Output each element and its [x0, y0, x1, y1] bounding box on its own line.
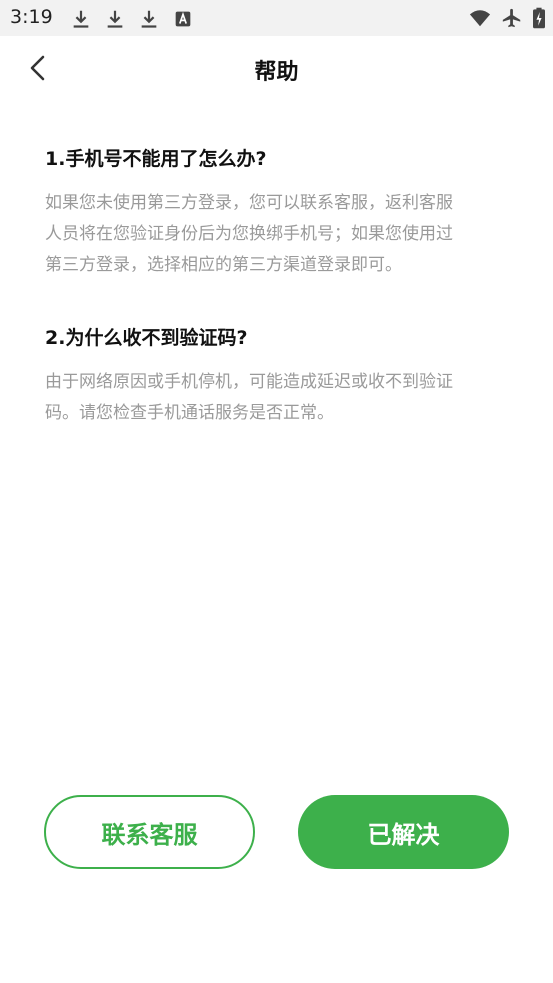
faq-answer-line: 由于网络原因或手机停机，可能造成延迟或收不到验证: [45, 372, 453, 392]
system-icons: [469, 7, 545, 29]
resolved-button[interactable]: 已解决: [298, 795, 509, 869]
nav-bar: 帮助: [0, 36, 553, 100]
faq-answer: 如果您未使用第三方登录，您可以联系客服，返利客服 人员将在您验证身份后为您换绑手…: [45, 188, 523, 281]
contact-support-button[interactable]: 联系客服: [44, 795, 255, 869]
faq-item: 2.为什么收不到验证码? 由于网络原因或手机停机，可能造成延迟或收不到验证 码。…: [45, 319, 523, 429]
airplane-icon: [502, 8, 521, 28]
faq-question: 2.为什么收不到验证码?: [45, 327, 248, 349]
status-bar: 3:19: [0, 0, 553, 36]
download-icon: [107, 10, 123, 28]
faq-answer-line: 如果您未使用第三方登录，您可以联系客服，返利客服: [45, 193, 453, 213]
download-icon: [73, 10, 89, 28]
faq-answer-line: 人员将在您验证身份后为您换绑手机号；如果您使用过: [45, 224, 453, 244]
status-time: 3:19: [10, 6, 53, 28]
faq-question: 1.手机号不能用了怎么办?: [45, 148, 267, 170]
faq-answer-line: 第三方登录，选择相应的第三方渠道登录即可。: [45, 255, 402, 275]
download-icon: [141, 10, 157, 28]
font-icon: [175, 11, 191, 27]
faq-list: 1.手机号不能用了怎么办? 如果您未使用第三方登录，您可以联系客服，返利客服 人…: [45, 140, 523, 467]
wifi-icon: [469, 10, 491, 27]
faq-answer: 由于网络原因或手机停机，可能造成延迟或收不到验证 码。请您检查手机通话服务是否正…: [45, 367, 523, 429]
page-title: 帮助: [254, 60, 299, 85]
battery-charging-icon: [533, 7, 545, 29]
faq-item: 1.手机号不能用了怎么办? 如果您未使用第三方登录，您可以联系客服，返利客服 人…: [45, 140, 523, 281]
faq-answer-line: 码。请您检查手机通话服务是否正常。: [45, 403, 334, 423]
notification-icons: [70, 8, 194, 30]
